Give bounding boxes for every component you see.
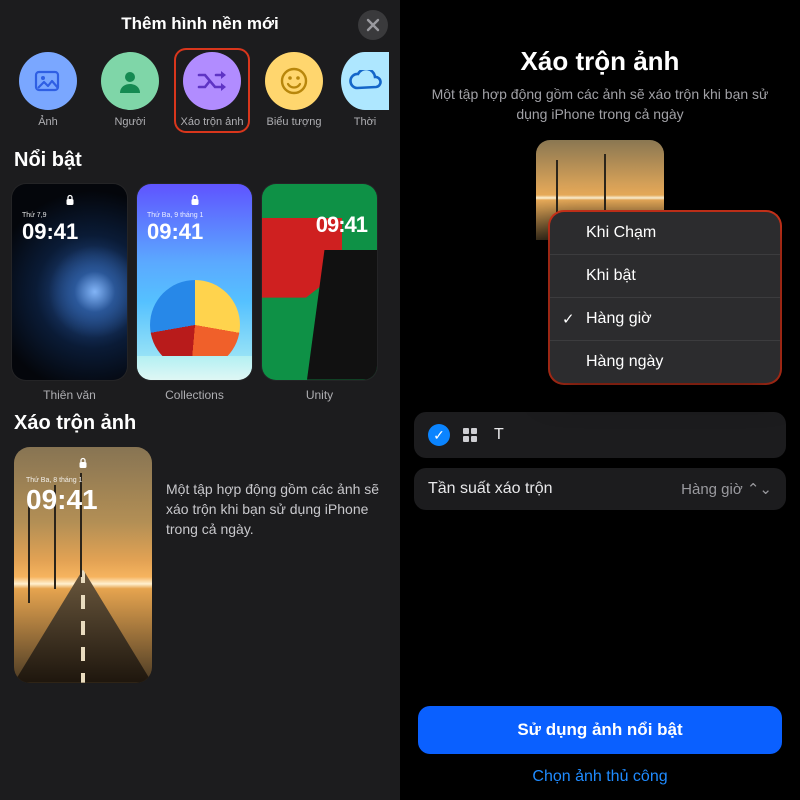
popup-option-label: Hàng giờ [586, 310, 652, 327]
featured-section: Nổi bật [0, 139, 400, 184]
setting-frequency[interactable]: Tần suất xáo trộn Hàng giờ ⌃⌄ [414, 468, 786, 510]
popup-option-hourly[interactable]: ✓ Hàng giờ [550, 298, 780, 341]
setting-label: T [494, 426, 772, 444]
close-button[interactable] [358, 10, 388, 40]
cloud-icon [341, 52, 389, 110]
setting-label: Tần suất xáo trộn [428, 480, 669, 498]
lock-icon [78, 457, 88, 469]
person-icon [101, 52, 159, 110]
notch [535, 0, 665, 18]
checkmark-icon: ✓ [562, 310, 575, 328]
emoji-icon [265, 52, 323, 110]
featured-caption: Thiên văn [12, 388, 127, 402]
page-subtitle: Một tập hợp động gồm các ảnh sẽ xáo trộn… [420, 85, 780, 124]
card-date: Thứ 7,9 [22, 212, 78, 219]
popup-option-label: Khi Chạm [586, 224, 656, 241]
header-title: Thêm hình nền mới [121, 14, 279, 34]
category-scroller[interactable]: Ảnh Người Xáo trộn ảnh Biểu tượng Thời [0, 42, 400, 139]
frequency-popup: Khi Chạm Khi bật ✓ Hàng giờ Hàng ngày [550, 212, 780, 383]
shuffle-description: Một tập hợp động gồm các ảnh sẽ xáo trộn… [166, 447, 386, 540]
shuffle-preview-card[interactable]: Thứ Ba, 8 tháng 1 09:41 [14, 447, 152, 683]
card-time: 09:41 [316, 212, 367, 238]
category-weather[interactable]: Thời [338, 48, 392, 133]
settings-list: ✓ T Tần suất xáo trộn Hàng giờ ⌃⌄ [414, 412, 786, 520]
shuffle-title: Xáo trộn ảnh [14, 412, 386, 435]
popup-option-label: Hàng ngày [586, 353, 663, 370]
setting-all-checked[interactable]: ✓ T [414, 412, 786, 458]
category-people[interactable]: Người [92, 48, 168, 133]
card-date: Thứ Ba, 9 tháng 1 [147, 212, 203, 219]
category-label: Thời [354, 116, 377, 129]
shuffle-icon [183, 52, 241, 110]
setting-value: Hàng giờ ⌃⌄ [681, 480, 772, 498]
category-label: Biểu tượng [267, 116, 322, 129]
category-label: Xáo trộn ảnh [181, 116, 244, 129]
card-date: Thứ Ba, 8 tháng 1 [26, 477, 98, 484]
page-title: Xáo trộn ảnh [420, 46, 780, 77]
featured-caption: Collections [137, 388, 252, 402]
category-label: Người [114, 116, 145, 129]
featured-caption: Unity [262, 388, 377, 402]
popup-option-label: Khi bật [586, 267, 636, 284]
popup-option-on-wake[interactable]: Khi bật [550, 255, 780, 298]
header: Thêm hình nền mới [0, 0, 400, 42]
shuffle-section: Xáo trộn ảnh [0, 402, 400, 447]
category-label: Ảnh [38, 116, 58, 129]
popup-option-on-tap[interactable]: Khi Chạm [550, 212, 780, 255]
updown-icon: ⌃⌄ [747, 481, 772, 498]
check-circle-icon: ✓ [428, 424, 450, 446]
card-time: 09:41 [147, 219, 203, 245]
card-time: 09:41 [26, 484, 98, 516]
featured-title: Nổi bật [14, 149, 386, 172]
use-featured-button[interactable]: Sử dụng ảnh nổi bật [418, 706, 782, 754]
category-emoji[interactable]: Biểu tượng [256, 48, 332, 133]
add-wallpaper-screen: Thêm hình nền mới Ảnh Người Xáo trộn ảnh [0, 0, 400, 800]
card-time: 09:41 [22, 219, 78, 245]
photos-icon [19, 52, 77, 110]
choose-manual-link[interactable]: Chọn ảnh thủ công [532, 768, 667, 786]
grid-icon [462, 427, 482, 443]
featured-card-unity[interactable]: 09:41 [262, 184, 377, 380]
featured-card-collections[interactable]: Thứ Ba, 9 tháng 1 09:41 [137, 184, 252, 380]
lock-icon [65, 194, 75, 206]
lock-icon [190, 194, 200, 206]
category-shuffle[interactable]: Xáo trộn ảnh [174, 48, 250, 133]
shuffle-block: Thứ Ba, 8 tháng 1 09:41 Một tập hợp động… [0, 447, 400, 699]
close-icon [366, 18, 380, 32]
popup-option-daily[interactable]: Hàng ngày [550, 341, 780, 383]
featured-card-astronomy[interactable]: Thứ 7,9 09:41 [12, 184, 127, 380]
category-photos[interactable]: Ảnh [10, 48, 86, 133]
shuffle-config-screen: Xáo trộn ảnh Một tập hợp động gồm các ản… [400, 0, 800, 800]
featured-row[interactable]: Thứ 7,9 09:41 Thiên văn Thứ Ba, 9 tháng … [0, 184, 400, 402]
